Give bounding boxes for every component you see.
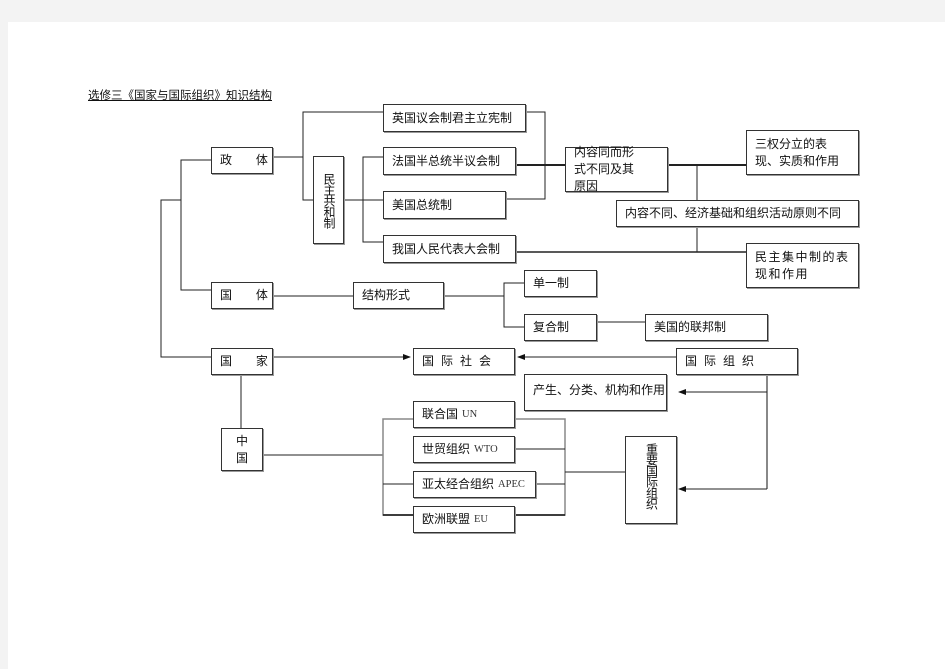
node-compound: 复合制 — [524, 314, 597, 341]
un-en: UN — [462, 409, 478, 420]
node-same-content: 内容同而形式不同及其原因 — [565, 145, 668, 193]
node-unitary: 单一制 — [524, 270, 597, 297]
node-intl-society: 国际社会 — [413, 348, 515, 375]
node-state: 国 家 — [211, 348, 273, 375]
node-usa: 美国总统制 — [383, 191, 506, 219]
node-structure-form: 结构形式 — [353, 282, 444, 309]
eu-cn: 欧洲联盟 — [422, 512, 471, 526]
wto-en: WTO — [474, 444, 498, 455]
node-important-orgs: 重要国际组织 — [625, 436, 677, 524]
node-guoti: 国 体 — [211, 282, 273, 309]
apec-en: APEC — [498, 479, 525, 490]
node-un: 联合国 UN — [413, 401, 515, 428]
wto-cn: 世贸组织 — [422, 442, 471, 456]
node-apec: 亚太经合组织 APEC — [413, 471, 536, 498]
node-china: 中国 — [221, 428, 263, 471]
node-eu: 欧洲联盟 EU — [413, 506, 515, 533]
page-title: 选修三《国家与国际组织》知识结构 — [88, 88, 272, 102]
un-cn: 联合国 — [422, 407, 459, 421]
node-minzhu-gonghe: 民主共和制 — [313, 156, 344, 244]
node-france: 法国半总统半议会制 — [383, 147, 516, 175]
node-democratic-centralism: 民主集中制的表现和作用 — [746, 243, 859, 288]
node-intl-org: 国际组织 — [676, 348, 798, 375]
eu-en: EU — [474, 514, 489, 525]
node-wto: 世贸组织 WTO — [413, 436, 515, 463]
node-china-npc: 我国人民代表大会制 — [383, 235, 516, 263]
node-separation-of-powers: 三权分立的表现、实质和作用 — [746, 130, 859, 175]
node-different-content: 内容不同、经济基础和组织活动原则不同 — [616, 200, 859, 227]
apec-cn: 亚太经合组织 — [422, 477, 495, 491]
node-uk: 英国议会制君主立宪制 — [383, 104, 526, 132]
node-origin: 产生、分类、机构和作用 — [524, 374, 667, 411]
node-us-federal: 美国的联邦制 — [645, 314, 768, 341]
node-zhengti: 政 体 — [211, 147, 273, 174]
